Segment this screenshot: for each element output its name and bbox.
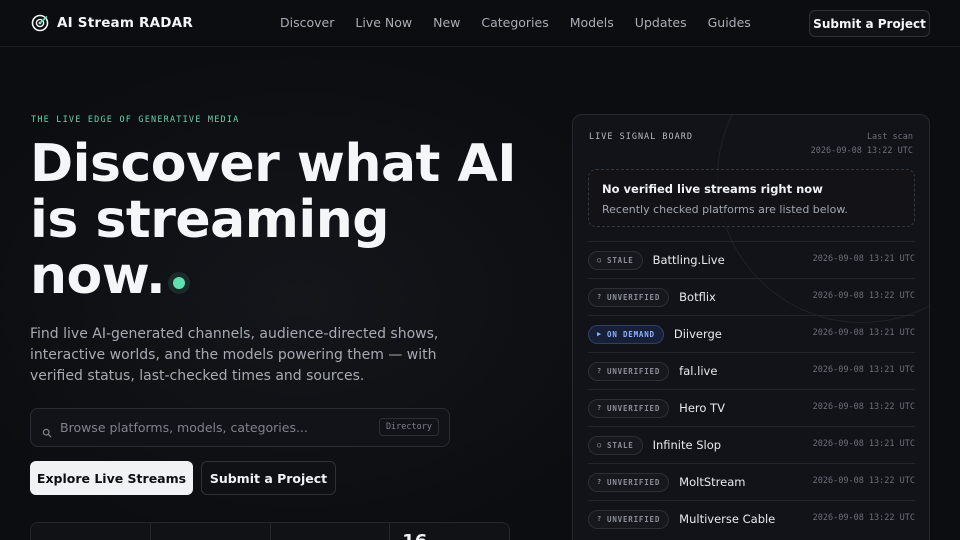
platform-name: MoltStream [679, 475, 746, 489]
platform-row[interactable]: ? UNVERIFIED Multiverse Cable 2026-09-08 13… [588, 500, 915, 537]
question-icon: ? [597, 293, 603, 301]
question-icon: ? [597, 367, 603, 375]
nav-link-updates[interactable]: Updates [635, 15, 687, 30]
search-icon [42, 423, 52, 437]
platform-name: Multiverse Cable [679, 512, 776, 526]
last-checked-time: 2026-09-08 13:22 UTC [812, 513, 915, 523]
stat-cell [151, 523, 271, 540]
status-badge: ○ STALE [588, 435, 643, 455]
question-icon: ? [597, 404, 603, 412]
brand-name: AI Stream RADAR [57, 15, 193, 31]
directory-badge: Directory [378, 418, 439, 436]
headline-line-3: now. [30, 246, 166, 306]
explore-live-streams-button[interactable]: Explore Live Streams [30, 461, 193, 495]
brand-logo[interactable]: AI Stream RADAR [31, 14, 193, 32]
headline-line-1: Discover what AI [30, 134, 517, 194]
nav-link-models[interactable]: Models [570, 15, 614, 30]
stat-cell [271, 523, 391, 540]
radar-icon [31, 14, 49, 32]
platform-name: Hero TV [679, 401, 725, 415]
last-checked-time: 2026-09-08 13:21 UTC [812, 365, 915, 375]
platform-row[interactable]: ? UNVERIFIED fal.live 2026-09-08 13:21 UTC [588, 352, 915, 389]
question-icon: ? [597, 515, 603, 523]
submit-project-button[interactable]: Submit a Project [201, 461, 336, 495]
platform-name: Infinite Slop [652, 438, 722, 452]
nav-link-live-now[interactable]: Live Now [355, 15, 412, 30]
notice-subtitle: Recently checked platforms are listed be… [602, 203, 848, 216]
status-label: STALE [607, 440, 634, 450]
platform-row[interactable]: ? UNVERIFIED Hero TV 2026-09-08 13:22 UTC [588, 389, 915, 426]
nav-links: Discover Live Now New Categories Models … [280, 15, 772, 30]
search-input[interactable] [60, 420, 370, 435]
no-live-streams-notice: No verified live streams right now Recen… [588, 169, 915, 227]
platform-row[interactable]: ? UNVERIFIED MoltStream 2026-09-08 13:22 UT… [588, 463, 915, 500]
directory-search[interactable]: Directory [30, 408, 450, 447]
question-icon: ? [597, 478, 603, 486]
last-scan-label: Last scan [866, 132, 913, 142]
status-label: STALE [607, 255, 634, 265]
platform-name: Botflix [679, 290, 716, 304]
hero-eyebrow: THE LIVE EDGE OF GENERATIVE MEDIA [31, 115, 240, 125]
submit-project-nav-button[interactable]: Submit a Project [809, 10, 930, 37]
status-label: ON DEMAND [607, 329, 655, 339]
notice-title: No verified live streams right now [602, 182, 823, 196]
nav-link-categories[interactable]: Categories [481, 15, 548, 30]
status-label: UNVERIFIED [607, 292, 661, 302]
stat-cell: 16 [390, 523, 509, 540]
status-badge: ▶ ON DEMAND [588, 324, 664, 344]
status-badge: ? UNVERIFIED [588, 287, 670, 307]
board-title: LIVE SIGNAL BOARD [589, 132, 693, 142]
live-pulse-icon [173, 277, 186, 289]
nav-link-guides[interactable]: Guides [708, 15, 751, 30]
hero-headline: Discover what AI is streaming now. [30, 136, 570, 304]
status-label: UNVERIFIED [607, 477, 661, 487]
platform-name: Diiverge [673, 327, 722, 341]
status-badge: ○ STALE [588, 250, 643, 270]
last-checked-time: 2026-09-08 13:21 UTC [812, 254, 915, 264]
page: AI Stream RADAR Discover Live Now New Ca… [0, 0, 960, 540]
last-checked-time: 2026-09-08 13:22 UTC [812, 402, 915, 412]
platform-row[interactable]: ○ STALE Battling.Live 2026-09-08 13:21 UTC [588, 241, 915, 278]
platform-name: Battling.Live [652, 253, 725, 267]
live-signal-board: LIVE SIGNAL BOARD Last scan 2026-09-08 1… [572, 114, 930, 540]
platform-row[interactable]: ○ STALE Infinite Slop 2026-09-08 13:21 UTC [588, 426, 915, 463]
headline-line-2: is streaming [30, 190, 389, 250]
last-checked-time: 2026-09-08 13:22 UTC [812, 476, 915, 486]
stats-strip: 16 [30, 522, 510, 540]
last-checked-time: 2026-09-08 13:21 UTC [812, 439, 915, 449]
status-label: UNVERIFIED [607, 514, 661, 524]
platform-name: fal.live [679, 364, 718, 378]
last-checked-time: 2026-09-08 13:21 UTC [812, 328, 915, 338]
circle-icon: ○ [597, 256, 603, 264]
status-badge: ? UNVERIFIED [588, 509, 670, 529]
play-icon: ▶ [597, 330, 603, 338]
platform-row[interactable]: ▶ ON DEMAND Diiverge 2026-09-08 13:21 UTC [588, 315, 915, 352]
last-scan-time: 2026-09-08 13:22 UTC [810, 146, 913, 156]
top-nav: AI Stream RADAR Discover Live Now New Ca… [0, 0, 960, 47]
hero-description: Find live AI-generated channels, audienc… [30, 326, 439, 384]
status-label: UNVERIFIED [607, 366, 661, 376]
status-badge: ? UNVERIFIED [588, 361, 670, 381]
stat-cell [31, 523, 151, 540]
status-badge: ? UNVERIFIED [588, 398, 670, 418]
platform-row[interactable]: ? UNVERIFIED Botflix 2026-09-08 13:22 UTC [588, 278, 915, 315]
circle-icon: ○ [597, 441, 603, 449]
last-checked-time: 2026-09-08 13:22 UTC [812, 291, 915, 301]
stat-value: 16 [402, 531, 427, 540]
platform-list: ○ STALE Battling.Live 2026-09-08 13:21 UTC?… [588, 241, 915, 537]
nav-link-discover[interactable]: Discover [280, 15, 334, 30]
status-label: UNVERIFIED [607, 403, 661, 413]
status-badge: ? UNVERIFIED [588, 472, 670, 492]
nav-link-new[interactable]: New [433, 15, 460, 30]
